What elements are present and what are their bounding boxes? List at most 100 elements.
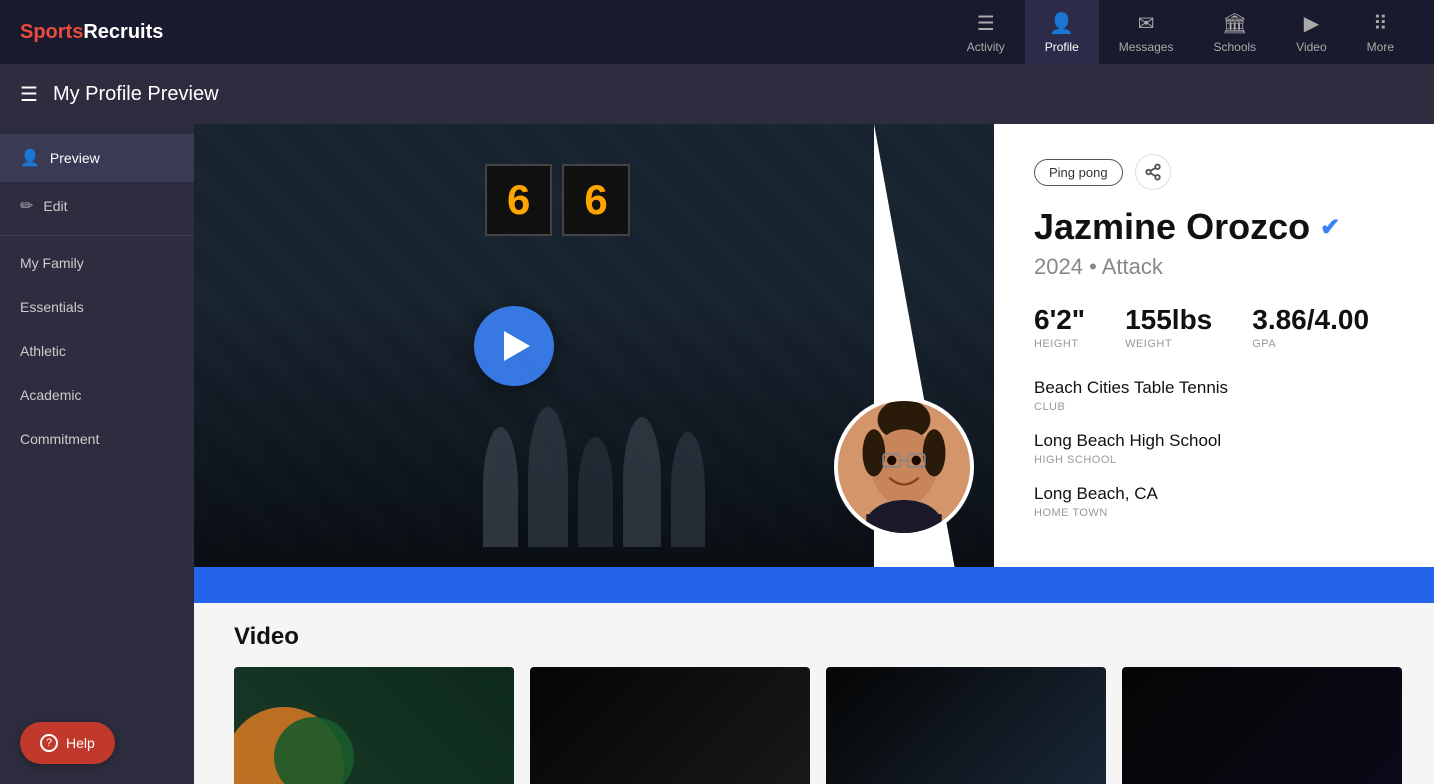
stats-row: 6'2" HEIGHT 155lbs WEIGHT 3.86/4.00 GPA [1034, 304, 1394, 350]
nav-profile-label: Profile [1045, 40, 1079, 54]
silhouette-3 [578, 437, 613, 547]
athlete-name: Jazmine Orozco [1034, 206, 1310, 248]
avatar-svg [838, 397, 970, 537]
logo: Sports Recruits [20, 21, 163, 44]
profile-avatar [834, 397, 974, 537]
thumb4-bg [1122, 667, 1402, 784]
class-year: 2024 [1034, 254, 1083, 279]
sport-badge: Ping pong [1034, 159, 1123, 186]
share-icon [1144, 163, 1162, 181]
help-label: Help [66, 735, 95, 751]
home-town-block: Long Beach, CA HOME TOWN [1034, 484, 1394, 519]
club-block: Beach Cities Table Tennis CLUB [1034, 378, 1394, 413]
sidebar-item-edit[interactable]: ✏ Edit [0, 182, 194, 230]
video-section-title: Video [234, 623, 1394, 651]
stat-weight: 155lbs WEIGHT [1125, 304, 1212, 350]
profile-banner: 6 6 [194, 124, 994, 567]
high-school-label: HIGH SCHOOL [1034, 454, 1394, 466]
sidebar: 👤 Preview ✏ Edit My Family Essentials At… [0, 124, 194, 784]
play-triangle-icon [504, 331, 530, 361]
video-section: Video [194, 603, 1434, 784]
sidebar-item-essentials[interactable]: Essentials [0, 285, 194, 329]
main-layout: 👤 Preview ✏ Edit My Family Essentials At… [0, 124, 1434, 784]
position: Attack [1102, 254, 1163, 279]
edit-icon: ✏ [20, 196, 33, 216]
thumb2-bg [530, 667, 810, 784]
gpa-label: GPA [1252, 338, 1369, 350]
nav-schools-label: Schools [1213, 40, 1256, 54]
hamburger-icon[interactable]: ☰ [20, 82, 38, 107]
stat-gpa: 3.86/4.00 GPA [1252, 304, 1369, 350]
sidebar-item-commitment[interactable]: Commitment [0, 417, 194, 461]
sidebar-item-my-family[interactable]: My Family [0, 241, 194, 285]
club-label: CLUB [1034, 401, 1394, 413]
video-icon: ▶ [1304, 11, 1319, 36]
club-name: Beach Cities Table Tennis [1034, 378, 1394, 398]
sport-badge-label: Ping pong [1049, 165, 1108, 180]
separator: • [1089, 254, 1102, 279]
thumb3-bg [826, 667, 1106, 784]
silhouette-2 [528, 407, 568, 547]
sidebar-preview-label: Preview [50, 150, 100, 166]
sidebar-athletic-label: Athletic [20, 343, 66, 359]
nav-profile[interactable]: 👤 Profile [1025, 0, 1099, 64]
sidebar-item-preview[interactable]: 👤 Preview [0, 134, 194, 182]
silhouette-5 [671, 432, 705, 547]
top-nav: Sports Recruits ☰ Activity 👤 Profile ✉ M… [0, 0, 1434, 64]
weight-value: 155lbs [1125, 304, 1212, 336]
user-icon: 👤 [20, 148, 40, 168]
help-button[interactable]: ? Help [20, 722, 115, 764]
nav-messages-label: Messages [1119, 40, 1174, 54]
home-town-value: Long Beach, CA [1034, 484, 1394, 504]
blue-bar [194, 567, 1434, 603]
thumb1-inner [234, 667, 514, 784]
athlete-class-position: 2024 • Attack [1034, 254, 1394, 280]
high-school-block: Long Beach High School HIGH SCHOOL [1034, 431, 1394, 466]
sport-badge-row: Ping pong [1034, 154, 1394, 190]
nav-schools[interactable]: 🏛 Schools [1193, 0, 1276, 64]
play-button[interactable] [474, 306, 554, 386]
logo-sports: Sports [20, 21, 83, 44]
video-thumb-2[interactable] [530, 667, 810, 784]
sidebar-essentials-label: Essentials [20, 299, 84, 315]
more-icon: ⠿ [1373, 11, 1388, 36]
sidebar-commitment-label: Commitment [20, 431, 99, 447]
height-label: HEIGHT [1034, 338, 1085, 350]
score-left: 6 [485, 164, 552, 236]
sidebar-item-academic[interactable]: Academic [0, 373, 194, 417]
nav-video-label: Video [1296, 40, 1326, 54]
profile-section: 6 6 [194, 124, 1434, 567]
nav-activity-label: Activity [967, 40, 1005, 54]
nav-items: ☰ Activity 👤 Profile ✉ Messages 🏛 School… [947, 0, 1414, 64]
sidebar-item-athletic[interactable]: Athletic [0, 329, 194, 373]
sub-header: ☰ My Profile Preview [0, 64, 1434, 124]
video-thumb-1[interactable] [234, 667, 514, 784]
high-school-name: Long Beach High School [1034, 431, 1394, 451]
nav-messages[interactable]: ✉ Messages [1099, 0, 1194, 64]
nav-more[interactable]: ⠿ More [1347, 0, 1414, 64]
logo-recruits: Recruits [83, 21, 163, 44]
page-title: My Profile Preview [53, 83, 219, 106]
messages-icon: ✉ [1138, 11, 1155, 36]
share-button[interactable] [1135, 154, 1171, 190]
sidebar-academic-label: Academic [20, 387, 81, 403]
profile-icon: 👤 [1049, 11, 1074, 36]
bottom-section: Video [194, 567, 1434, 784]
nav-activity[interactable]: ☰ Activity [947, 0, 1025, 64]
verified-icon: ✔ [1320, 213, 1340, 242]
video-thumbnails [234, 667, 1394, 784]
score-right: 6 [562, 164, 629, 236]
home-town-label: HOME TOWN [1034, 507, 1394, 519]
nav-video[interactable]: ▶ Video [1276, 0, 1346, 64]
scoreboard: 6 6 [485, 164, 630, 236]
stat-height: 6'2" HEIGHT [1034, 304, 1085, 350]
video-thumb-4[interactable] [1122, 667, 1402, 784]
sidebar-edit-label: Edit [43, 198, 67, 214]
content-area: 6 6 [194, 124, 1434, 784]
weight-label: WEIGHT [1125, 338, 1212, 350]
play-button-container[interactable] [474, 306, 554, 386]
video-thumb-3[interactable] [826, 667, 1106, 784]
sidebar-divider [0, 235, 194, 236]
activity-icon: ☰ [977, 11, 995, 36]
banner-inner: 6 6 [194, 124, 994, 567]
